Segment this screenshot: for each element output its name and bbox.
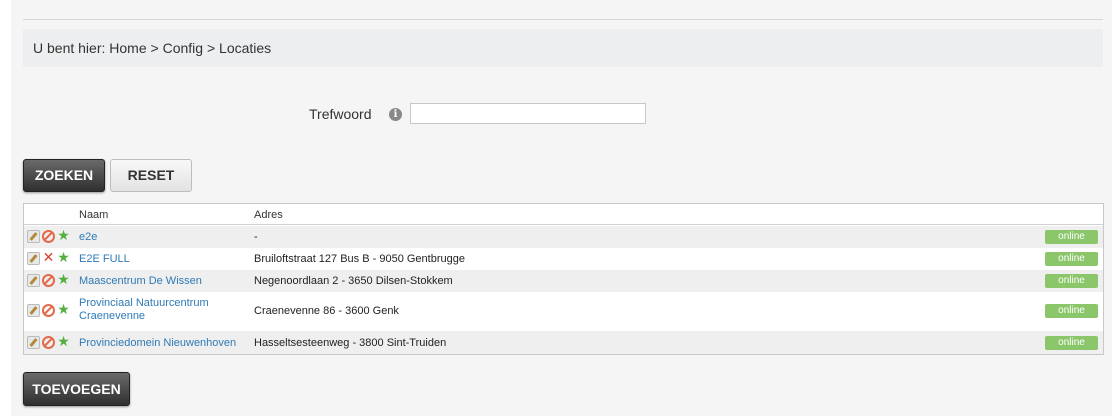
edit-icon[interactable]: [27, 252, 40, 265]
search-button[interactable]: ZOEKEN: [23, 159, 105, 192]
status-badge: online: [1045, 230, 1098, 244]
edit-icon[interactable]: [27, 274, 40, 287]
location-address: Hasseltsesteenweg - 3800 Sint-Truiden: [254, 337, 447, 349]
star-icon[interactable]: ★: [57, 335, 70, 349]
delete-icon[interactable]: ✕: [42, 251, 55, 265]
table-row: ★ e2e - online: [24, 226, 1103, 248]
breadcrumb-prefix: U bent hier:: [33, 40, 106, 56]
locations-table: Naam Adres ★ e2e - online ✕ ★ E2E FULL B…: [23, 203, 1104, 355]
disable-icon[interactable]: [42, 230, 55, 243]
location-name-link[interactable]: e2e: [79, 231, 97, 244]
edit-icon[interactable]: [27, 304, 40, 317]
star-icon[interactable]: ★: [57, 273, 70, 287]
edit-icon[interactable]: [27, 230, 40, 243]
breadcrumb-separator: >: [150, 40, 159, 56]
location-name-link[interactable]: Provinciedomein Nieuwenhoven: [79, 337, 236, 350]
location-name-link[interactable]: E2E FULL: [79, 253, 130, 266]
column-header-name[interactable]: Naam: [79, 209, 108, 221]
info-icon[interactable]: i: [389, 108, 402, 121]
reset-button[interactable]: RESET: [110, 159, 192, 192]
location-name-link[interactable]: Provinciaal Natuurcentrum Craenevenne: [79, 297, 239, 323]
table-row: ★ Provinciaal Natuurcentrum Craenevenne …: [24, 292, 1103, 330]
status-badge: online: [1045, 274, 1098, 288]
edit-icon[interactable]: [27, 336, 40, 349]
table-row: ★ Maascentrum De Wissen Negenoordlaan 2 …: [24, 270, 1103, 292]
table-row: ✕ ★ E2E FULL Bruiloftstraat 127 Bus B - …: [24, 248, 1103, 270]
location-address: Bruiloftstraat 127 Bus B - 9050 Gentbrug…: [254, 253, 465, 265]
status-badge: online: [1045, 252, 1098, 266]
status-badge: online: [1045, 304, 1098, 318]
location-name-link[interactable]: Maascentrum De Wissen: [79, 275, 202, 288]
breadcrumb-config[interactable]: Config: [163, 40, 203, 56]
breadcrumb-home[interactable]: Home: [109, 40, 146, 56]
breadcrumb: U bent hier: Home > Config > Locaties: [23, 29, 1103, 67]
disable-icon[interactable]: [42, 304, 55, 317]
location-address: Negenoordlaan 2 - 3650 Dilsen-Stokkem: [254, 275, 453, 287]
top-divider: [23, 19, 1103, 20]
disable-icon[interactable]: [42, 336, 55, 349]
column-header-address[interactable]: Adres: [254, 209, 283, 221]
add-button[interactable]: TOEVOEGEN: [23, 372, 130, 406]
table-row: ★ Provinciedomein Nieuwenhoven Hasseltse…: [24, 331, 1103, 354]
location-address: -: [254, 231, 258, 243]
disable-icon[interactable]: [42, 274, 55, 287]
table-header: Naam Adres: [24, 204, 1103, 225]
breadcrumb-current: Locaties: [219, 40, 272, 56]
star-icon[interactable]: ★: [57, 229, 70, 243]
search-input[interactable]: [410, 103, 646, 124]
star-icon[interactable]: ★: [57, 303, 70, 317]
breadcrumb-separator: >: [206, 40, 216, 56]
status-badge: online: [1045, 336, 1098, 350]
search-label: Trefwoord: [309, 106, 372, 122]
location-address: Craenevenne 86 - 3600 Genk: [254, 305, 399, 317]
star-icon[interactable]: ★: [57, 251, 70, 265]
